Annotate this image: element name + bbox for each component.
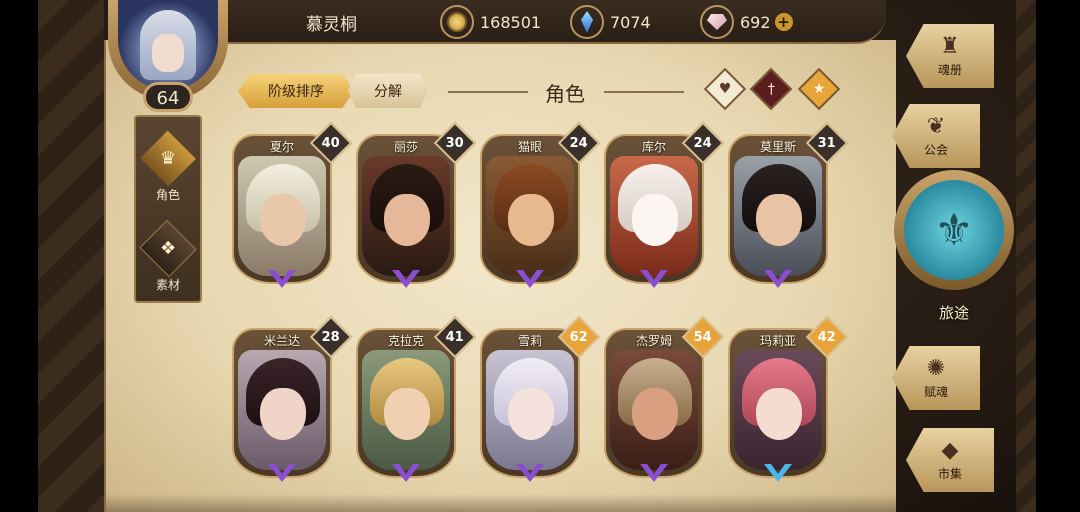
- nav-label: 市集: [937, 467, 962, 481]
- character-card[interactable]: 雪莉 62: [480, 315, 601, 483]
- gold-currency: 168501: [440, 5, 541, 39]
- character-card[interactable]: 米兰达 28: [232, 315, 353, 483]
- nav-soul-book[interactable]: ♜ 魂册: [906, 24, 994, 88]
- title-ornament-right: [604, 91, 684, 93]
- game-screen: 慕灵桐 168501 7074 692 + 64 ♛ 角色 ❖ 素材 阶级排序 …: [0, 0, 1080, 512]
- side-item-label: 素材: [155, 278, 180, 292]
- side-item-label: 角色: [155, 188, 180, 202]
- star-icon: ★: [812, 81, 826, 97]
- journey-emblem-icon: ⚜: [904, 180, 1004, 280]
- sword-icon: †: [767, 81, 775, 97]
- rank-sort-button[interactable]: 阶级排序: [238, 74, 354, 108]
- nav-market[interactable]: ◆ 市集: [906, 428, 994, 492]
- pink-gem-icon: [700, 5, 734, 39]
- nav-label: 旅途: [938, 304, 969, 322]
- blue-crystal-icon: [570, 5, 604, 39]
- character-card[interactable]: 丽莎 30: [356, 121, 477, 289]
- nav-label: 公会: [923, 143, 948, 157]
- character-card[interactable]: 杰罗姆 54: [604, 315, 725, 483]
- nav-label: 赋魂: [923, 385, 948, 399]
- add-gem-button[interactable]: +: [774, 13, 793, 31]
- market-crystal-icon: ◆: [941, 438, 959, 463]
- panel-title: 角色: [545, 82, 585, 106]
- nav-journey[interactable]: ⚜ 旅途: [892, 168, 1016, 328]
- character-card[interactable]: 玛莉亚 42: [728, 315, 849, 483]
- gem-currency: 692 +: [700, 5, 793, 39]
- character-card[interactable]: 夏尔 40: [232, 121, 353, 289]
- letterbox-right: [1036, 0, 1080, 512]
- guild-dragon-icon: ❦: [926, 114, 946, 139]
- crystal-amount: 7074: [610, 12, 651, 32]
- nav-guild[interactable]: ❦ 公会: [892, 104, 980, 168]
- side-item-material[interactable]: ❖ 素材: [136, 213, 200, 293]
- character-card[interactable]: 库尔 24: [604, 121, 725, 289]
- nav-soul-infuse[interactable]: ✺ 赋魂: [892, 346, 980, 410]
- player-name: 慕灵桐: [306, 15, 357, 35]
- gold-coin-icon: [440, 5, 474, 39]
- letterbox-left: [0, 0, 38, 512]
- wood-panel-left: [38, 0, 104, 512]
- gem-amount: 692: [740, 12, 771, 32]
- character-card[interactable]: 猫眼 24: [480, 121, 601, 289]
- soul-book-icon: ♜: [940, 34, 960, 59]
- side-item-character[interactable]: ♛ 角色: [136, 123, 200, 203]
- gold-amount: 168501: [480, 12, 542, 32]
- side-menu: ♛ 角色 ❖ 素材: [134, 115, 202, 303]
- nav-label: 魂册: [937, 63, 962, 77]
- soul-flame-icon: ✺: [926, 356, 946, 381]
- character-card[interactable]: 莫里斯 31: [728, 121, 849, 289]
- crystal-currency: 7074: [570, 5, 651, 39]
- wood-panel-right: [1016, 0, 1036, 512]
- decompose-button[interactable]: 分解: [348, 74, 428, 108]
- character-mask-icon: ♛: [140, 130, 196, 187]
- material-beast-icon: ❖: [139, 219, 197, 278]
- player-level-badge: 64: [143, 82, 193, 112]
- character-card[interactable]: 克拉克 41: [356, 315, 477, 483]
- title-ornament-left: [448, 91, 528, 93]
- heart-icon: ♥: [718, 81, 732, 97]
